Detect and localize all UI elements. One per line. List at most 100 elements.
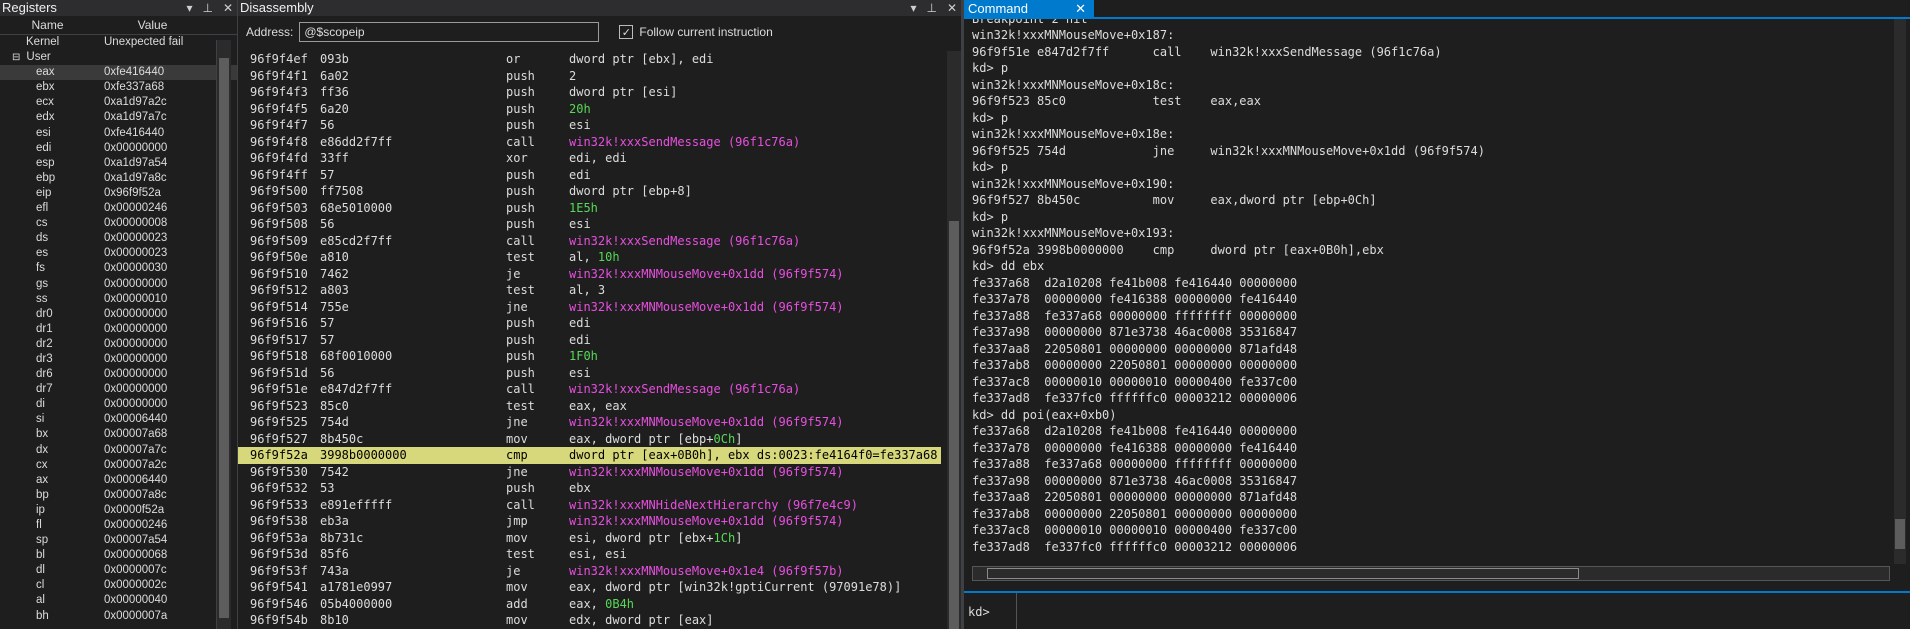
register-row[interactable]: eax 0xfe416440 <box>0 65 237 81</box>
disassembly-line[interactable]: 96f9f516 57 push edi <box>238 315 941 332</box>
operand-text: dword ptr [ebp+8] <box>569 184 692 198</box>
close-icon[interactable]: ✕ <box>947 0 957 16</box>
disassembly-line[interactable]: 96f9f53d 85f6 test esi, esi <box>238 546 941 563</box>
register-row[interactable]: bh 0x0000007a <box>0 609 237 624</box>
dropdown-icon[interactable]: ▾ <box>186 0 192 16</box>
register-row-kernel[interactable]: Kernel Unexpected fail <box>0 35 237 50</box>
disassembly-line[interactable]: 96f9f4fd 33ff xor edi, edi <box>238 150 941 167</box>
dropdown-icon[interactable]: ▾ <box>910 0 916 16</box>
register-row[interactable]: dr0 0x00000000 <box>0 307 237 322</box>
scroll-thumb[interactable] <box>949 221 959 629</box>
current-instruction-line[interactable]: 96f9f52a 3998b0000000 cmp dword ptr [eax+0B… <box>238 447 941 464</box>
register-row[interactable]: dr1 0x00000000 <box>0 322 237 337</box>
register-row[interactable]: dr7 0x00000000 <box>0 382 237 397</box>
register-row[interactable]: ss 0x00000010 <box>0 292 237 307</box>
disassembly-line[interactable]: 96f9f53a 8b731c mov esi, dword ptr [ebx+1Ch… <box>238 530 941 547</box>
register-row[interactable]: dl 0x0000007c <box>0 563 237 578</box>
disassembly-line[interactable]: 96f9f503 68e5010000 push 1E5h <box>238 200 941 217</box>
register-row[interactable]: cl 0x0000002c <box>0 578 237 593</box>
disassembly-line[interactable]: 96f9f508 56 push esi <box>238 216 941 233</box>
register-row[interactable]: ebp 0xa1d97a8c <box>0 171 237 186</box>
disassembly-line[interactable]: 96f9f4ff 57 push edi <box>238 167 941 184</box>
register-row[interactable]: al 0x00000040 <box>0 593 237 608</box>
register-row[interactable]: ebx 0xfe337a68 <box>0 80 237 95</box>
disassembly-line[interactable]: 96f9f4f8 e86dd2f7ff call win32k!xxxSendMess… <box>238 134 941 151</box>
disassembly-line[interactable]: 96f9f546 05b4000000 add eax, 0B4h <box>238 596 941 613</box>
register-row[interactable]: bp 0x00007a8c <box>0 488 237 503</box>
collapse-icon[interactable]: ⊟ <box>12 52 20 63</box>
disassembly-line[interactable]: 96f9f510 7462 je win32k!xxxMNMouseMove+0x1d… <box>238 266 941 283</box>
disassembly-line[interactable]: 96f9f53f 743a je win32k!xxxMNMouseMove+0x1e… <box>238 563 941 580</box>
register-row[interactable]: ax 0x00006440 <box>0 473 237 488</box>
disassembly-line[interactable]: 96f9f523 85c0 test eax, eax <box>238 398 941 415</box>
address-input[interactable] <box>299 22 600 42</box>
scroll-thumb[interactable] <box>219 58 229 618</box>
register-row[interactable]: ip 0x0000f52a <box>0 503 237 518</box>
command-hscrollbar[interactable] <box>972 566 1890 581</box>
disassembly-line[interactable]: 96f9f4f3 ff36 push dword ptr [esi] <box>238 84 941 101</box>
disassembly-line[interactable]: 96f9f541 a1781e0997 mov eax, dword ptr [win… <box>238 579 941 596</box>
disassembly-line[interactable]: 96f9f518 68f0010000 push 1F0h <box>238 348 941 365</box>
disassembly-line[interactable]: 96f9f525 754d jne win32k!xxxMNMouseMove+0x1… <box>238 414 941 431</box>
disassembly-line[interactable]: 96f9f54b 8b10 mov edx, dword ptr [eax] <box>238 612 941 629</box>
register-row[interactable]: esp 0xa1d97a54 <box>0 156 237 171</box>
register-row[interactable]: gs 0x00000000 <box>0 277 237 292</box>
register-row[interactable]: ecx 0xa1d97a2c <box>0 95 237 110</box>
scroll-thumb[interactable] <box>987 568 1579 579</box>
close-icon[interactable]: ✕ <box>223 0 233 16</box>
register-row[interactable]: sp 0x00007a54 <box>0 533 237 548</box>
disassembly-line[interactable]: 96f9f4f7 56 push esi <box>238 117 941 134</box>
disassembly-line[interactable]: 96f9f538 eb3a jmp win32k!xxxMNMouseMove+0x1… <box>238 513 941 530</box>
disassembly-line[interactable]: 96f9f517 57 push edi <box>238 332 941 349</box>
register-group-user[interactable]: ⊟ User <box>0 50 237 65</box>
pin-icon[interactable]: ⊥ <box>202 0 212 16</box>
disassembly-line[interactable]: 96f9f4ef 093b or dword ptr [ebx], edi <box>238 51 941 68</box>
register-row[interactable]: dr3 0x00000000 <box>0 352 237 367</box>
register-row[interactable]: edi 0x00000000 <box>0 141 237 156</box>
pin-icon[interactable]: ⊥ <box>926 0 936 16</box>
register-row[interactable]: eip 0x96f9f52a <box>0 186 237 201</box>
register-row[interactable]: cs 0x00000008 <box>0 216 237 231</box>
disassembly-line[interactable]: 96f9f500 ff7508 push dword ptr [ebp+8] <box>238 183 941 200</box>
register-row[interactable]: cx 0x00007a2c <box>0 458 237 473</box>
register-row[interactable]: dr6 0x00000000 <box>0 367 237 382</box>
register-row[interactable]: edx 0xa1d97a7c <box>0 110 237 125</box>
register-row[interactable]: es 0x00000023 <box>0 246 237 261</box>
command-vscrollbar[interactable] <box>1894 19 1906 564</box>
register-row[interactable]: ds 0x00000023 <box>0 231 237 246</box>
disassembly-line[interactable]: 96f9f51e e847d2f7ff call win32k!xxxSendMess… <box>238 381 941 398</box>
disassembly-line[interactable]: 96f9f530 7542 jne win32k!xxxMNMouseMove+0x1… <box>238 464 941 481</box>
scroll-thumb[interactable] <box>1895 519 1905 549</box>
disassembly-line[interactable]: 96f9f514 755e jne win32k!xxxMNMouseMove+0x1… <box>238 299 941 316</box>
disassembly-line[interactable]: 96f9f527 8b450c mov eax, dword ptr [ebp+0Ch… <box>238 431 941 448</box>
register-row[interactable]: bl 0x00000068 <box>0 548 237 563</box>
command-input[interactable] <box>1017 596 1910 628</box>
disassembly-line[interactable]: 96f9f512 a803 test al, 3 <box>238 282 941 299</box>
instruction-mnemonic: jmp <box>506 514 528 528</box>
disassembly-line[interactable]: 96f9f4f5 6a20 push 20h <box>238 101 941 118</box>
column-header-value[interactable]: Value <box>95 16 210 34</box>
register-row[interactable]: esi 0xfe416440 <box>0 126 237 141</box>
disassembly-scrollbar[interactable] <box>947 51 961 629</box>
disassembly-line[interactable]: 96f9f532 53 push ebx <box>238 480 941 497</box>
disassembly-line[interactable]: 96f9f509 e85cd2f7ff call win32k!xxxSendMess… <box>238 233 941 250</box>
disassembly-line[interactable]: 96f9f4f1 6a02 push 2 <box>238 68 941 85</box>
column-header-name[interactable]: Name <box>0 16 95 34</box>
register-row[interactable]: fl 0x00000246 <box>0 518 237 533</box>
register-row[interactable]: efl 0x00000246 <box>0 201 237 216</box>
disassembly-line[interactable]: 96f9f51d 56 push esi <box>238 365 941 382</box>
register-row[interactable]: bx 0x00007a68 <box>0 427 237 442</box>
close-icon[interactable]: ✕ <box>1075 0 1086 17</box>
tab-command[interactable]: Command ✕ <box>964 0 1094 17</box>
disassembly-line[interactable]: 96f9f50e a810 test al, 10h <box>238 249 941 266</box>
output-line: fe337a68 d2a10208 fe41b008 fe416440 0000… <box>972 275 1298 290</box>
register-row[interactable]: fs 0x00000030 <box>0 261 237 276</box>
register-row[interactable]: si 0x00006440 <box>0 412 237 427</box>
register-row[interactable]: dr2 0x00000000 <box>0 337 237 352</box>
register-row[interactable]: di 0x00000000 <box>0 397 237 412</box>
follow-checkbox[interactable]: ✓ <box>619 25 634 39</box>
registers-scrollbar[interactable] <box>216 40 231 629</box>
output-line: fe337a98 00000000 871e3738 46ac0008 3531… <box>972 473 1298 488</box>
disassembly-line[interactable]: 96f9f533 e891efffff call win32k!xxxMNHideNe… <box>238 497 941 514</box>
register-row[interactable]: dx 0x00007a7c <box>0 443 237 458</box>
